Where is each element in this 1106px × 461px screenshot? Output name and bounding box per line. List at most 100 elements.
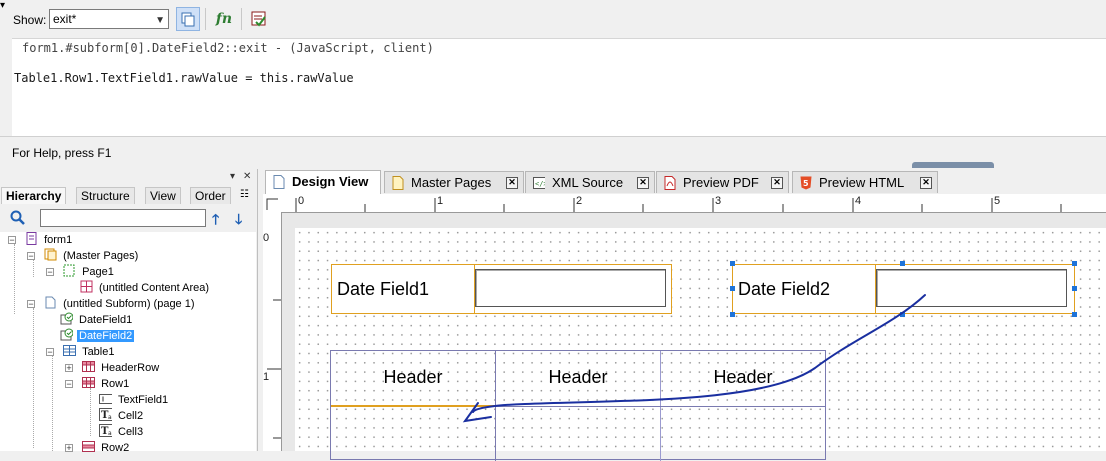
panel-menu-icon[interactable]: ▾ [230, 171, 235, 182]
script-code-line[interactable]: Table1.Row1.TextField1.rawValue = this.r… [14, 71, 354, 85]
page-icon [273, 175, 285, 189]
close-icon[interactable]: ✕ [771, 177, 783, 189]
table-header-cell[interactable]: Header [331, 367, 495, 388]
collapse-icon[interactable]: − [8, 236, 16, 245]
tab-label: XML Source [552, 175, 624, 190]
selection-handle[interactable] [1072, 261, 1077, 266]
collapse-icon[interactable]: − [27, 300, 35, 309]
tab-label: Structure [81, 189, 130, 203]
ruler-label: 1 [437, 195, 444, 207]
table-header-cell[interactable]: Header [496, 367, 660, 388]
content-area-icon [80, 280, 93, 293]
hierarchy-search-input[interactable] [40, 209, 206, 227]
tab-design-view[interactable]: Design View [265, 170, 381, 194]
tree-item-row1[interactable]: − Row1 [65, 376, 131, 392]
date-field-1[interactable]: Date Field1 [331, 264, 672, 314]
date-field-2[interactable]: Date Field2 [732, 264, 1075, 314]
table1[interactable]: Header Header Header [330, 350, 826, 461]
pages-icon [181, 12, 195, 27]
tab-hierarchy[interactable]: Hierarchy [1, 187, 67, 204]
tab-structure[interactable]: Structure [76, 187, 135, 204]
tree-label: TextField1 [118, 394, 169, 406]
table-header-cell[interactable]: Header [661, 367, 825, 388]
tree-item-datefield1[interactable]: DateField1 [60, 312, 134, 328]
tree-label: DateField2 [77, 330, 135, 342]
tree-label: DateField1 [79, 314, 133, 326]
tree-item-textfield1[interactable]: TextField1 [99, 392, 170, 408]
tree-label: Table1 [82, 346, 115, 358]
svg-text:5: 5 [803, 179, 809, 188]
function-button[interactable]: fn [212, 7, 236, 31]
tree-item-cell2[interactable]: Ta Cell2 [99, 408, 145, 424]
textfield1-border [331, 405, 495, 407]
check-syntax-button[interactable] [247, 7, 271, 31]
selection-handle[interactable] [730, 312, 735, 317]
collapse-icon[interactable]: − [27, 252, 35, 261]
tree-item-content-area[interactable]: (untitled Content Area) [80, 280, 211, 296]
tree-item-untitled-subform[interactable]: − (untitled Subform) (page 1) [27, 296, 197, 312]
selection-handle[interactable] [1072, 286, 1077, 291]
help-text: For Help, press F1 [12, 146, 112, 160]
tab-label: Order [195, 189, 226, 203]
vertical-ruler[interactable]: 0 1 [263, 212, 282, 451]
tree-item-form1[interactable]: − form1 [8, 232, 74, 248]
collapse-icon[interactable]: − [65, 380, 73, 389]
tree-label: HeaderRow [101, 362, 160, 374]
date-field-2-input[interactable] [876, 269, 1067, 307]
row-icon [82, 377, 96, 388]
tree-item-row2[interactable]: + Row2 [65, 440, 131, 456]
selection-handle[interactable] [730, 286, 735, 291]
splitter-grip[interactable] [912, 162, 994, 168]
header-row-icon [82, 361, 96, 372]
tree-item-cell3[interactable]: Ta Cell3 [99, 424, 145, 440]
text-field-icon [99, 394, 112, 404]
tree-label: Page1 [82, 266, 114, 278]
tab-xml-source[interactable]: </> XML Source ✕ [525, 171, 655, 193]
svg-text:a: a [108, 430, 112, 437]
page-icon [63, 264, 75, 277]
insert-script-object-button[interactable] [176, 7, 200, 31]
master-page-icon [392, 176, 404, 190]
tab-preview-html[interactable]: 5 Preview HTML ✕ [792, 171, 938, 193]
close-icon[interactable]: ✕ [506, 177, 518, 189]
arrow-down-icon[interactable]: 🡓 [235, 209, 242, 233]
collapse-arrow-icon[interactable]: ▾ [0, 0, 5, 11]
tab-master-pages[interactable]: Master Pages ✕ [384, 171, 524, 193]
form-page[interactable]: Date Field1 Date Field2 Header Header He… [295, 228, 1106, 461]
text-object-icon: Ta [99, 424, 112, 437]
selection-handle[interactable] [900, 312, 905, 317]
toolbar-separator [241, 8, 242, 30]
show-event-value: exit* [53, 12, 77, 26]
horizontal-ruler[interactable]: 0 1 2 3 4 5 [281, 194, 1106, 213]
ruler-origin-icon [266, 198, 278, 210]
search-icon[interactable] [10, 210, 26, 226]
collapse-icon[interactable]: − [46, 348, 54, 357]
tree-item-table1[interactable]: − Table1 [46, 344, 116, 360]
html5-icon: 5 [800, 176, 812, 190]
panel-options-icon[interactable]: ☷ [240, 189, 249, 200]
tab-view[interactable]: View [145, 187, 181, 204]
expand-icon[interactable]: + [65, 364, 73, 373]
tree-label: (Master Pages) [63, 250, 139, 262]
collapse-icon[interactable]: − [46, 268, 54, 277]
tab-preview-pdf[interactable]: Preview PDF ✕ [656, 171, 789, 193]
tree-item-headerrow[interactable]: + HeaderRow [65, 360, 161, 376]
ruler-ticks [295, 198, 1062, 212]
script-editor[interactable]: form1.#subform[0].DateField2::exit - (Ja… [12, 38, 1106, 137]
tree-item-page1[interactable]: − Page1 [46, 264, 116, 280]
date-field-1-input[interactable] [475, 269, 666, 307]
close-icon[interactable]: ✕ [637, 177, 649, 189]
selection-handle[interactable] [900, 261, 905, 266]
arrow-up-icon[interactable]: 🡑 [212, 209, 219, 233]
show-event-select[interactable]: exit* ▼ [49, 9, 169, 29]
tree-item-datefield2[interactable]: DateField2 [60, 328, 135, 344]
tree-label: form1 [44, 234, 73, 246]
close-icon[interactable]: ✕ [920, 177, 932, 189]
show-label: Show: [13, 13, 47, 27]
selection-handle[interactable] [1072, 312, 1077, 317]
tab-order[interactable]: Order [190, 187, 231, 204]
tree-item-master-pages[interactable]: − (Master Pages) [27, 248, 140, 264]
selection-handle[interactable] [730, 261, 735, 266]
hierarchy-tree: − form1 − (Master Pages) − Page1 (untitl… [0, 232, 256, 454]
close-icon[interactable]: ✕ [243, 171, 251, 182]
